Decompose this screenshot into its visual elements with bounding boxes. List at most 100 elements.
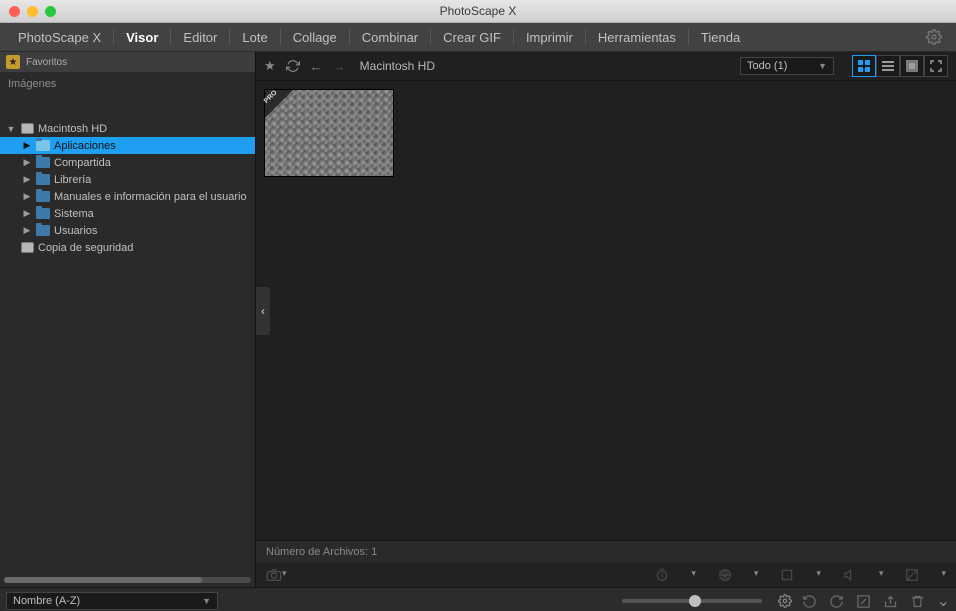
tab-herramientas[interactable]: Herramientas	[586, 23, 688, 51]
rotate-left-button[interactable]	[802, 594, 817, 609]
share-button[interactable]	[883, 594, 898, 609]
tab-visor[interactable]: Visor	[114, 23, 170, 51]
tree-item-manuales[interactable]: ▶ Manuales e información para el usuario	[0, 188, 255, 205]
tab-editor[interactable]: Editor	[171, 23, 229, 51]
share-icon	[883, 594, 898, 609]
tree-item-copia-seguridad[interactable]: ▶ Copia de seguridad	[0, 239, 255, 256]
chevron-down-icon: ▼	[202, 596, 211, 606]
tree-item-label: Sistema	[54, 208, 94, 220]
tree-item-label: Compartida	[54, 157, 111, 169]
filter-dropdown[interactable]: Todo (1) ▼	[740, 57, 834, 75]
crop-icon	[780, 568, 794, 582]
tab-collage[interactable]: Collage	[281, 23, 349, 51]
close-window-button[interactable]	[9, 6, 20, 17]
view-fullscreen-button[interactable]	[924, 55, 948, 77]
gear-icon	[926, 29, 942, 45]
folder-icon	[36, 225, 50, 236]
drive-icon	[21, 123, 34, 134]
tree-item-usuarios[interactable]: ▶ Usuarios	[0, 222, 255, 239]
folder-icon	[36, 174, 50, 185]
breadcrumb: Macintosh HD	[360, 59, 435, 73]
view-grid-button[interactable]	[852, 55, 876, 77]
tree-item-label: Librería	[54, 174, 91, 186]
camera-icon	[266, 568, 282, 582]
chevron-down-icon: ▾	[282, 568, 287, 582]
sound-icon	[843, 568, 857, 582]
tab-imprimir[interactable]: Imprimir	[514, 23, 585, 51]
view-single-button[interactable]	[900, 55, 924, 77]
sidebar-scrollbar[interactable]	[4, 577, 251, 583]
favorites-header[interactable]: ★ Favoritos	[0, 52, 255, 72]
status-bar: Número de Archivos: 1	[256, 540, 956, 563]
thumbnail-item[interactable]: PRO	[264, 89, 394, 177]
folder-icon	[36, 208, 50, 219]
tree-item-sistema[interactable]: ▶ Sistema	[0, 205, 255, 222]
sort-label: Nombre (A-Z)	[13, 595, 80, 607]
tab-combinar[interactable]: Combinar	[350, 23, 430, 51]
tree-item-compartida[interactable]: ▶ Compartida	[0, 154, 255, 171]
sidebar-collapse-handle[interactable]: ‹	[256, 287, 270, 335]
refresh-icon	[286, 59, 300, 73]
tab-lote[interactable]: Lote	[230, 23, 279, 51]
thumbnail-grid[interactable]: PRO ‹	[256, 81, 956, 540]
chevron-left-icon: ‹	[261, 304, 265, 318]
nav-back-button[interactable]: ←	[310, 59, 323, 74]
content-area: ★ ← → Macintosh HD Todo (1) ▼	[256, 52, 956, 587]
tree-item-label: Usuarios	[54, 225, 97, 237]
minimize-window-button[interactable]	[27, 6, 38, 17]
thumbnail-size-slider[interactable]	[622, 599, 762, 603]
tree-item-label: Macintosh HD	[38, 123, 107, 135]
traffic-lights	[0, 6, 56, 17]
aperture-icon	[718, 568, 732, 582]
timer-icon	[655, 568, 669, 582]
rotate-right-button[interactable]	[829, 594, 844, 609]
disclosure-icon: ▶	[22, 174, 32, 185]
tree-item-aplicaciones[interactable]: ▶ Aplicaciones	[0, 137, 255, 154]
edit-icon	[856, 594, 871, 609]
chevron-down-icon: ▼	[818, 61, 827, 71]
disclosure-icon: ▶	[22, 208, 32, 219]
tree-item-macintosh-hd[interactable]: ▼ Macintosh HD	[0, 120, 255, 137]
rotate-right-icon	[829, 594, 844, 609]
favorite-star-button[interactable]: ★	[264, 58, 276, 74]
nav-forward-button[interactable]: →	[333, 59, 346, 74]
slider-settings-button[interactable]	[778, 594, 792, 608]
tab-app-name[interactable]: PhotoScape X	[6, 23, 113, 51]
edit-button[interactable]	[856, 594, 871, 609]
tree-item-label: Aplicaciones	[54, 140, 116, 152]
trash-icon	[910, 594, 925, 609]
disclosure-icon: ▶	[22, 140, 32, 151]
exposure-icon	[905, 568, 919, 582]
disclosure-icon: ▶	[22, 191, 32, 202]
grid-icon	[858, 60, 870, 72]
rotate-left-icon	[802, 594, 817, 609]
more-button[interactable]: ⌄	[937, 591, 950, 611]
disabled-tool-strip: ▾ ▾ ▾ ▾ ▾ ▾	[256, 563, 956, 587]
disclosure-icon: ▶	[22, 157, 32, 168]
folder-icon	[36, 140, 50, 151]
single-icon	[906, 60, 918, 72]
window-title: PhotoScape X	[0, 4, 956, 18]
sort-dropdown[interactable]: Nombre (A-Z) ▼	[6, 592, 218, 610]
refresh-button[interactable]	[286, 59, 300, 73]
fullscreen-icon	[930, 60, 942, 72]
tree-item-libreria[interactable]: ▶ Librería	[0, 171, 255, 188]
main-tabbar: PhotoScape X Visor Editor Lote Collage C…	[0, 23, 956, 52]
tab-crear-gif[interactable]: Crear GIF	[431, 23, 513, 51]
tree-item-label: Copia de seguridad	[38, 242, 133, 254]
images-section-label: Imágenes	[0, 72, 255, 94]
disclosure-icon: ▼	[6, 124, 16, 134]
folder-icon	[36, 191, 50, 202]
maximize-window-button[interactable]	[45, 6, 56, 17]
view-list-button[interactable]	[876, 55, 900, 77]
folder-icon	[36, 157, 50, 168]
delete-button[interactable]	[910, 594, 925, 609]
slider-thumb[interactable]	[689, 595, 701, 607]
viewer-toolbar: ★ ← → Macintosh HD Todo (1) ▼	[256, 52, 956, 81]
filter-label: Todo (1)	[747, 60, 787, 72]
tab-tienda[interactable]: Tienda	[689, 23, 752, 51]
settings-button[interactable]	[918, 23, 950, 51]
window-titlebar: PhotoScape X	[0, 0, 956, 23]
list-icon	[882, 60, 894, 72]
favorites-label: Favoritos	[26, 57, 67, 68]
